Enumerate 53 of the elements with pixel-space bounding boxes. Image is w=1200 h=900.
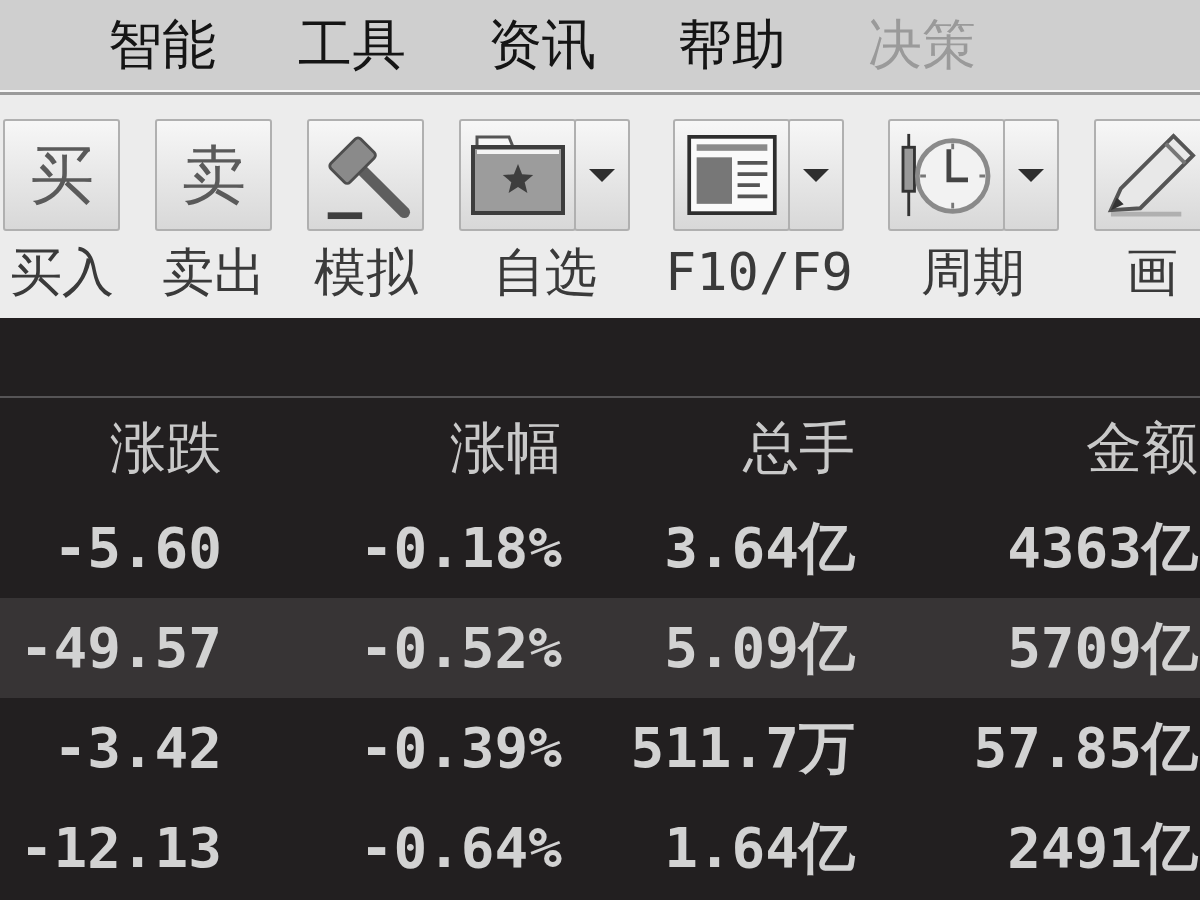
table-cell: -0.52% [359, 617, 562, 679]
table-cell: 3.64亿 [664, 517, 855, 579]
caret-icon [589, 168, 615, 182]
menu-item[interactable]: 帮助 [678, 15, 786, 75]
table-cell: 511.7万 [630, 717, 855, 779]
table-cell: -0.39% [359, 717, 562, 779]
toolbar-label[interactable]: 模拟 [313, 243, 418, 301]
toolbar-label[interactable]: 周期 [921, 243, 1026, 301]
toolbar-button[interactable]: 卖 [155, 119, 272, 231]
toolbar-button[interactable] [673, 119, 791, 231]
toolbar-button[interactable] [887, 119, 1005, 231]
dropdown-button[interactable] [788, 119, 845, 231]
caret-icon [1017, 168, 1044, 182]
document-icon [686, 135, 777, 215]
table-row[interactable]: -5.60 -0.18% 3.64亿 4363亿 [0, 498, 1200, 598]
toolbar-label[interactable]: 买入 [9, 243, 114, 301]
table-cell: -5.60 [53, 517, 222, 579]
table-cell: -0.18% [359, 517, 562, 579]
column-header[interactable]: 涨幅 [450, 417, 562, 479]
table-cell: 5709亿 [1007, 617, 1198, 679]
character-icon: 买 [29, 140, 94, 210]
table-cell: 2491亿 [1007, 817, 1198, 879]
table-cell: 1.64亿 [664, 817, 855, 879]
dropdown-button[interactable] [574, 119, 630, 231]
toolbar-button[interactable]: 买 [3, 119, 120, 231]
column-header[interactable]: 金额 [1086, 417, 1198, 479]
table-row[interactable]: -3.42 -0.39% 511.7万 57.85亿 [0, 698, 1200, 798]
table-cell: -0.64% [359, 817, 562, 879]
dropdown-button[interactable] [1002, 119, 1059, 231]
toolbar-label[interactable]: 画 [1126, 243, 1179, 301]
column-header[interactable]: 总手 [743, 417, 855, 479]
toolbar-label[interactable]: F10/F9 [665, 243, 853, 301]
menu-item[interactable]: 资讯 [488, 15, 596, 75]
toolbar-button[interactable] [307, 119, 424, 231]
toolbar-button[interactable] [1093, 119, 1200, 231]
caret-icon [803, 168, 830, 182]
character-icon: 卖 [181, 140, 246, 210]
table-cell: -49.57 [19, 617, 222, 679]
pencil-icon [1106, 132, 1199, 218]
table-cell: -3.42 [53, 717, 222, 779]
table-cell: 5.09亿 [664, 617, 855, 679]
menu-item[interactable]: 工具 [298, 15, 406, 75]
menu-item[interactable]: 智能 [108, 15, 216, 75]
table-cell: -12.13 [19, 817, 222, 879]
table-row[interactable]: -49.57 -0.52% 5.09亿 5709亿 [0, 598, 1200, 698]
table-cell: 57.85亿 [973, 717, 1198, 779]
table-cell: 4363亿 [1007, 517, 1198, 579]
column-header[interactable]: 涨跌 [110, 417, 222, 479]
star-folder-icon [469, 135, 566, 215]
toolbar-button[interactable] [459, 119, 576, 231]
toolbar-label[interactable]: 卖出 [161, 243, 266, 301]
table-row[interactable]: -12.13 -0.64% 1.64亿 2491亿 [0, 798, 1200, 898]
toolbar-label[interactable]: 自选 [492, 243, 597, 301]
